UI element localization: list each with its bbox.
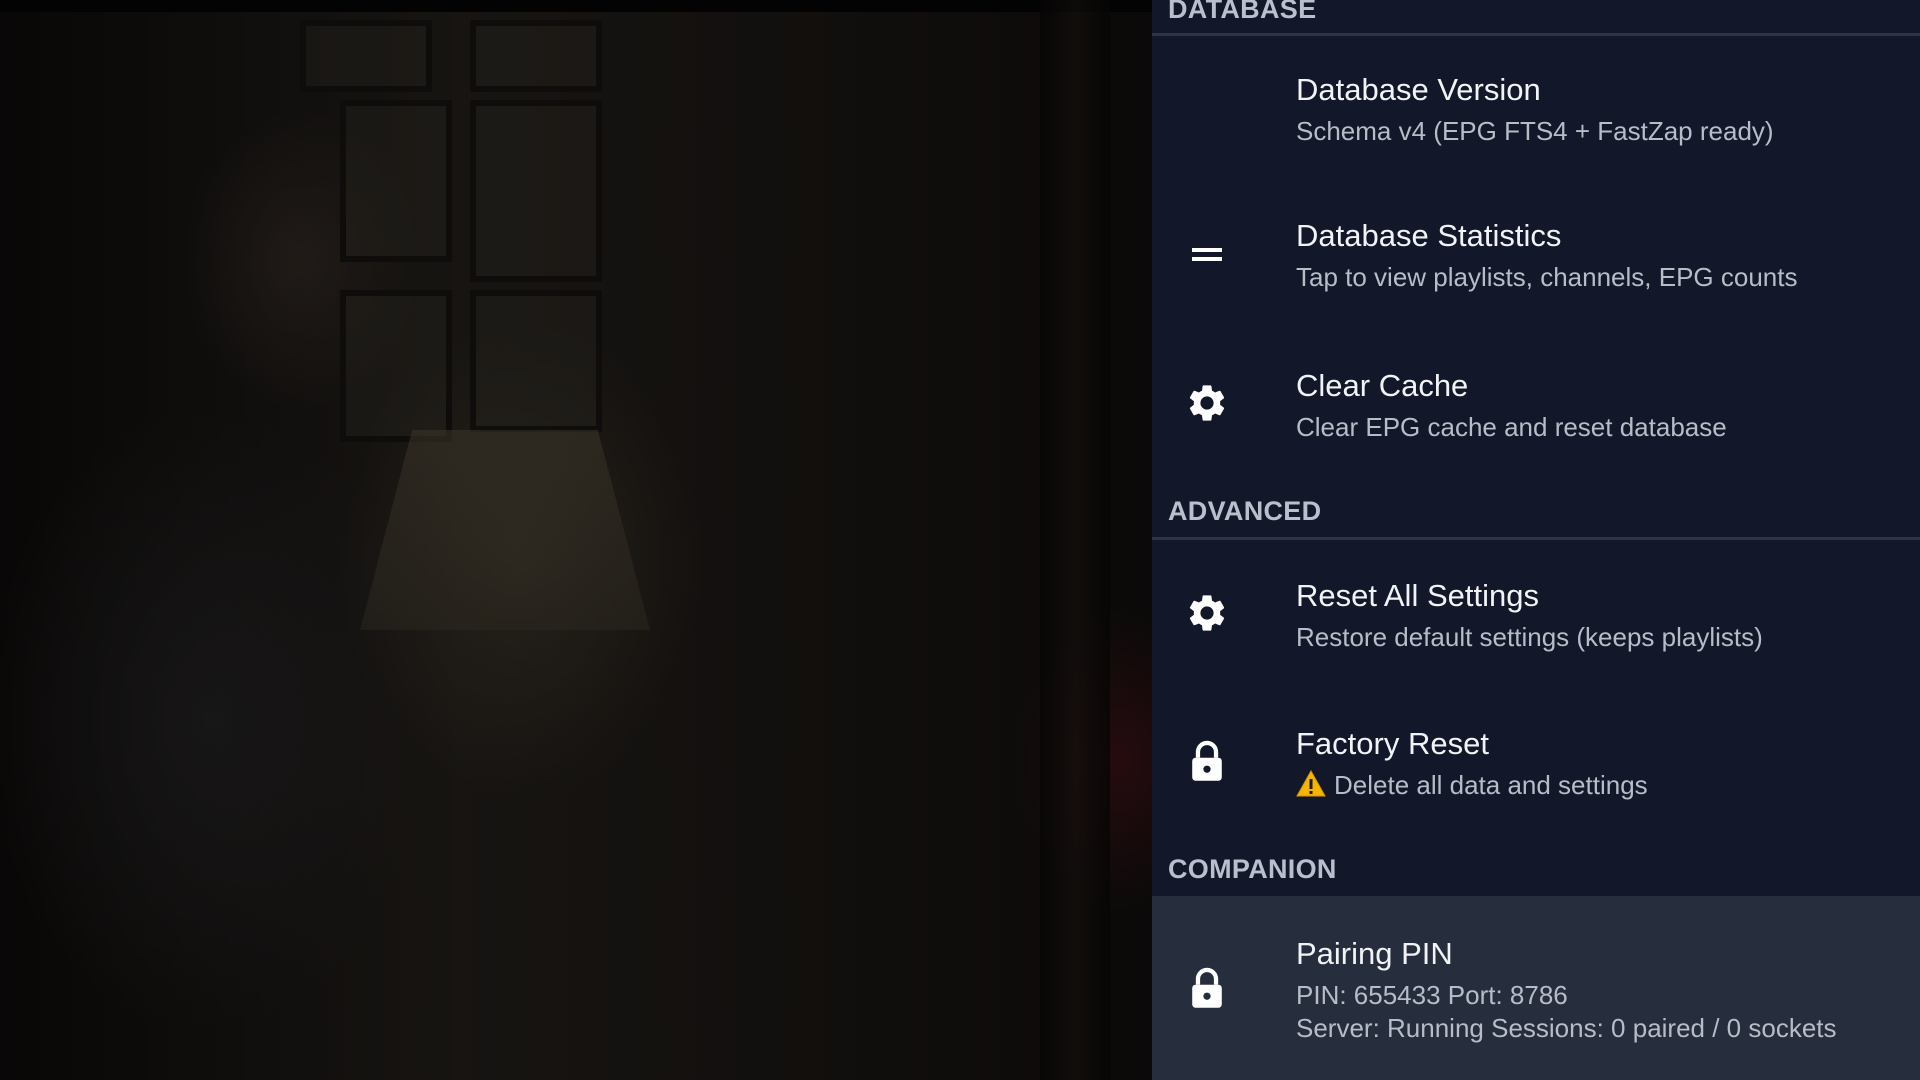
lock-icon [1182,963,1232,1013]
item-subtitle: Clear EPG cache and reset database [1296,412,1727,442]
item-title: Database Statistics [1296,218,1562,253]
item-title: Database Version [1296,72,1541,107]
section-divider [1152,33,1920,36]
section-header-companion: COMPANION [1168,854,1337,884]
settings-item-database-version[interactable]: Database Version Schema v4 (EPG FTS4 + F… [1152,40,1920,180]
settings-item-database-statistics[interactable]: Database Statistics Tap to view playlist… [1152,185,1920,325]
item-title: Clear Cache [1296,368,1469,403]
settings-item-reset-all-settings[interactable]: Reset All Settings Restore default setti… [1152,542,1920,687]
settings-item-pairing-pin[interactable]: Pairing PIN PIN: 655433 Port: 8786 Serve… [1152,896,1920,1080]
pairing-pin-port: PIN: 655433 Port: 8786 [1296,980,1568,1010]
section-header-database: DATABASE [1168,0,1317,24]
item-subtitle: Restore default settings (keeps playlist… [1296,622,1763,652]
equals-icon [1182,230,1232,280]
warning-icon [1296,769,1326,805]
gear-icon [1182,588,1232,638]
pairing-server-status: Server: Running Sessions: 0 paired / 0 s… [1296,1013,1837,1043]
settings-item-clear-cache[interactable]: Clear Cache Clear EPG cache and reset da… [1152,330,1920,470]
item-title: Factory Reset [1296,726,1489,761]
settings-panel: DATABASE Database Version Schema v4 (EPG… [1152,0,1920,1080]
item-subtitle: Tap to view playlists, channels, EPG cou… [1296,262,1798,292]
gear-icon [1182,378,1232,428]
item-subtitle: Delete all data and settings [1296,769,1648,805]
section-header-advanced: ADVANCED [1168,496,1322,526]
item-subtitle: Schema v4 (EPG FTS4 + FastZap ready) [1296,116,1774,146]
item-title: Pairing PIN [1296,936,1453,971]
item-title: Reset All Settings [1296,578,1539,613]
video-dim-overlay [0,0,1152,1080]
lock-icon [1182,736,1232,786]
video-player-background [0,0,1152,1080]
item-subtitle-text: Delete all data and settings [1334,770,1648,800]
section-divider [1152,537,1920,540]
settings-item-factory-reset[interactable]: Factory Reset Delete all data and settin… [1152,690,1920,835]
